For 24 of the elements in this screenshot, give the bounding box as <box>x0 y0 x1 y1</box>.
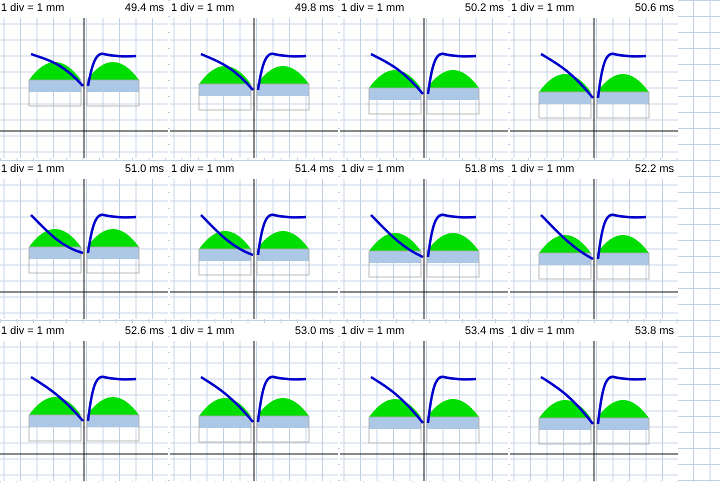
scale-label: 1 div = 1 mm <box>511 324 574 339</box>
time-label: 51.8 ms <box>464 163 504 178</box>
scale-label: 1 div = 1 mm <box>171 163 234 178</box>
time-label: 51.4 ms <box>294 163 334 178</box>
scale-label: 1 div = 1 mm <box>511 2 574 16</box>
scale-label: 1 div = 1 mm <box>341 163 404 178</box>
time-label: 51.0 ms <box>124 163 164 178</box>
scale-label: 1 div = 1 mm <box>171 324 234 339</box>
time-label: 53.0 ms <box>294 324 334 339</box>
time-label: 53.4 ms <box>464 324 504 339</box>
scale-label: 1 div = 1 mm <box>341 2 404 16</box>
time-label: 49.8 ms <box>294 2 334 16</box>
time-label: 50.6 ms <box>634 2 674 16</box>
time-label: 52.2 ms <box>634 163 674 178</box>
time-label: 53.8 ms <box>634 324 674 339</box>
scale-label: 1 div = 1 mm <box>511 163 574 178</box>
time-label: 52.6 ms <box>124 324 164 339</box>
scale-label: 1 div = 1 mm <box>171 2 234 16</box>
scale-label: 1 div = 1 mm <box>341 324 404 339</box>
time-label: 49.4 ms <box>124 2 164 16</box>
time-label: 50.2 ms <box>464 2 504 16</box>
scale-label: 1 div = 1 mm <box>1 324 64 339</box>
scale-label: 1 div = 1 mm <box>1 2 64 16</box>
scale-label: 1 div = 1 mm <box>1 163 64 178</box>
